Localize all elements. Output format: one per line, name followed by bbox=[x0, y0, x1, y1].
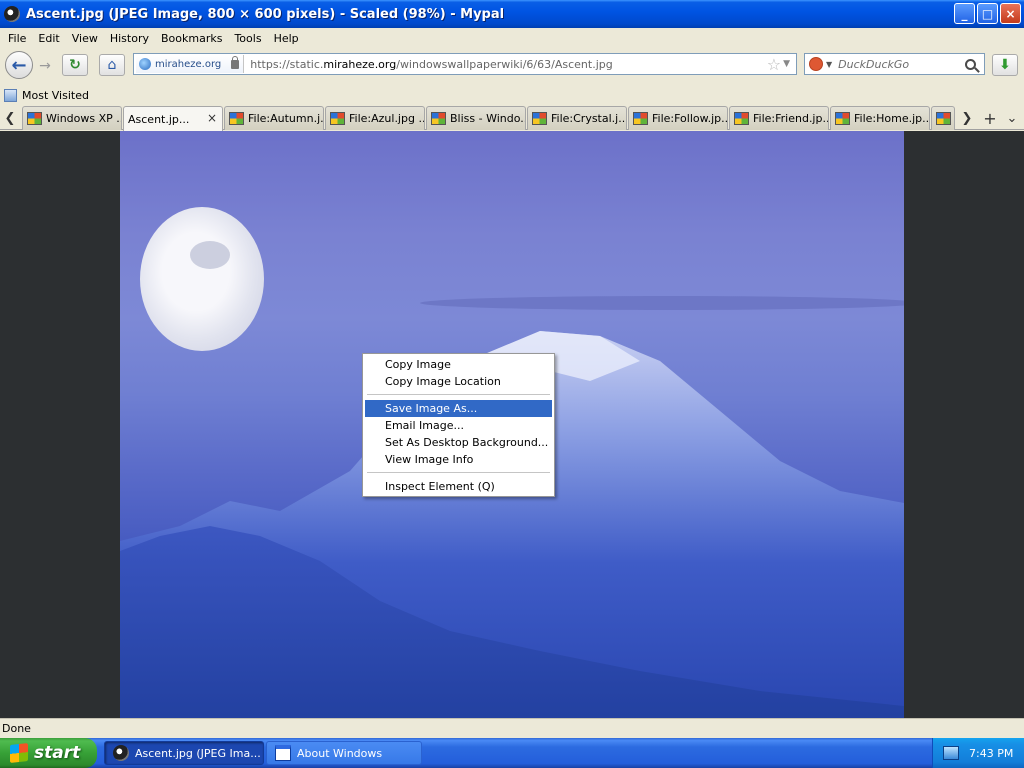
tab-scroll-left-icon[interactable]: ❮ bbox=[2, 110, 18, 126]
new-tab-icon[interactable]: + bbox=[982, 109, 998, 128]
title-bar[interactable]: Ascent.jpg (JPEG Image, 800 × 600 pixels… bbox=[0, 0, 1024, 28]
ctx-inspect-element[interactable]: Inspect Element (Q) bbox=[365, 478, 552, 495]
network-icon[interactable] bbox=[943, 746, 959, 760]
ctx-copy-image[interactable]: Copy Image bbox=[365, 356, 552, 373]
menu-bookmarks[interactable]: Bookmarks bbox=[155, 32, 228, 45]
menu-separator bbox=[367, 472, 550, 473]
xp-flag-icon bbox=[330, 112, 345, 125]
xp-flag-icon bbox=[532, 112, 547, 125]
tab-label: File:Azul.jpg ... bbox=[349, 112, 424, 125]
tab-windows-xp[interactable]: Windows XP ... bbox=[22, 106, 122, 130]
search-bar[interactable]: ▼ DuckDuckGo bbox=[804, 53, 985, 75]
tab-label: File:Home.jp... bbox=[854, 112, 929, 125]
url-text[interactable]: https://static.miraheze.org/windowswallp… bbox=[244, 58, 767, 71]
ctx-set-desktop-background[interactable]: Set As Desktop Background... bbox=[365, 434, 552, 451]
forward-button[interactable]: → bbox=[34, 56, 56, 76]
lock-icon bbox=[231, 55, 240, 69]
taskbar-button-label: Ascent.jpg (JPEG Ima... bbox=[135, 746, 261, 760]
xp-flag-icon bbox=[633, 112, 648, 125]
tab-file-friend[interactable]: File:Friend.jp... bbox=[729, 106, 829, 130]
xp-flag-icon bbox=[835, 112, 850, 125]
tab-strip: ❮ Windows XP ... Ascent.jp... × File:Aut… bbox=[0, 106, 1024, 131]
downloads-button[interactable]: ⬇ bbox=[992, 54, 1018, 76]
ctx-save-image-as[interactable]: Save Image As... bbox=[365, 400, 552, 417]
ctx-email-image[interactable]: Email Image... bbox=[365, 417, 552, 434]
menu-separator bbox=[367, 394, 550, 395]
tab-partial[interactable]: F bbox=[931, 106, 955, 130]
xp-flag-icon bbox=[229, 112, 244, 125]
bookmark-star-icon[interactable]: ☆ bbox=[767, 55, 781, 74]
menu-edit[interactable]: Edit bbox=[32, 32, 65, 45]
window-title: Ascent.jpg (JPEG Image, 800 × 600 pixels… bbox=[26, 6, 505, 22]
back-button[interactable]: ← bbox=[5, 51, 33, 79]
search-icon[interactable] bbox=[965, 58, 976, 70]
menu-history[interactable]: History bbox=[104, 32, 155, 45]
ctx-copy-image-location[interactable]: Copy Image Location bbox=[365, 373, 552, 390]
xp-flag-icon bbox=[27, 112, 42, 125]
duckduckgo-icon[interactable] bbox=[809, 57, 823, 71]
menu-file[interactable]: File bbox=[2, 32, 32, 45]
tab-label: Windows XP ... bbox=[46, 112, 121, 125]
tab-label: File:Crystal.j... bbox=[551, 112, 626, 125]
menu-bar: File Edit View History Bookmarks Tools H… bbox=[0, 28, 1024, 48]
tab-file-crystal[interactable]: File:Crystal.j... bbox=[527, 106, 627, 130]
url-host: miraheze.org bbox=[323, 57, 397, 71]
globe-icon bbox=[139, 58, 151, 70]
tab-label: Bliss - Windo... bbox=[450, 112, 525, 125]
ctx-view-image-info[interactable]: View Image Info bbox=[365, 451, 552, 468]
windows-logo-icon bbox=[10, 743, 28, 763]
home-button[interactable]: ⌂ bbox=[99, 54, 125, 76]
bookmark-folder-icon bbox=[4, 88, 17, 102]
status-text: Done bbox=[2, 722, 31, 735]
tab-file-home[interactable]: File:Home.jp... bbox=[830, 106, 930, 130]
search-engine-dropdown-icon[interactable]: ▼ bbox=[826, 60, 832, 69]
url-prefix: https://static. bbox=[250, 57, 324, 71]
tab-ascent[interactable]: Ascent.jp... × bbox=[123, 106, 223, 131]
url-bar[interactable]: miraheze.org https://static.miraheze.org… bbox=[133, 53, 797, 75]
menu-help[interactable]: Help bbox=[268, 32, 305, 45]
xp-flag-icon bbox=[734, 112, 749, 125]
status-bar: Done bbox=[0, 718, 1024, 738]
xp-flag-icon bbox=[936, 112, 951, 125]
taskbar-button-label: About Windows bbox=[297, 746, 383, 760]
bookmark-most-visited[interactable]: Most Visited bbox=[22, 89, 89, 102]
mypal-app-icon[interactable] bbox=[4, 6, 20, 22]
start-button[interactable]: start bbox=[0, 738, 97, 768]
xp-flag-icon bbox=[431, 112, 446, 125]
system-tray: 7:43 PM bbox=[932, 738, 1024, 768]
bookmarks-toolbar: Most Visited bbox=[0, 84, 1024, 106]
tab-file-azul[interactable]: File:Azul.jpg ... bbox=[325, 106, 425, 130]
window-task-icon bbox=[275, 745, 291, 761]
url-path: /windowswallpaperwiki/6/63/Ascent.jpg bbox=[396, 57, 613, 71]
image-context-menu: Copy Image Copy Image Location Save Imag… bbox=[362, 353, 555, 497]
taskbar-button-about-windows[interactable]: About Windows bbox=[266, 741, 422, 765]
menu-tools[interactable]: Tools bbox=[228, 32, 267, 45]
tab-label: File:Friend.jp... bbox=[753, 112, 828, 125]
page-content: Copy Image Copy Image Location Save Imag… bbox=[0, 131, 1024, 718]
tab-file-follow[interactable]: File:Follow.jp... bbox=[628, 106, 728, 130]
url-history-dropdown-icon[interactable]: ▼ bbox=[783, 59, 790, 69]
reload-button[interactable]: ↻ bbox=[62, 54, 88, 76]
mypal-task-icon bbox=[113, 745, 129, 761]
close-button[interactable]: × bbox=[1000, 3, 1021, 24]
search-input[interactable]: DuckDuckGo bbox=[838, 58, 965, 71]
site-identity-label: miraheze.org bbox=[155, 58, 222, 70]
start-label: start bbox=[34, 743, 81, 763]
clock[interactable]: 7:43 PM bbox=[969, 747, 1013, 760]
tab-scroll-right-icon[interactable]: ❯ bbox=[959, 110, 975, 126]
tab-label: File:Follow.jp... bbox=[652, 112, 727, 125]
tab-label: Ascent.jp... bbox=[128, 112, 190, 126]
tab-file-autumn[interactable]: File:Autumn.j... bbox=[224, 106, 324, 130]
maximize-button[interactable]: □ bbox=[977, 3, 998, 24]
taskbar: start Ascent.jpg (JPEG Ima... About Wind… bbox=[0, 738, 1024, 768]
site-identity-button[interactable]: miraheze.org bbox=[136, 55, 245, 73]
tab-label: File:Autumn.j... bbox=[248, 112, 323, 125]
window-controls: _ □ × bbox=[954, 3, 1021, 24]
taskbar-button-mypal[interactable]: Ascent.jpg (JPEG Ima... bbox=[104, 741, 264, 765]
minimize-button[interactable]: _ bbox=[954, 3, 975, 24]
menu-view[interactable]: View bbox=[66, 32, 104, 45]
tab-close-icon[interactable]: × bbox=[207, 111, 217, 125]
all-tabs-icon[interactable]: ⌄ bbox=[1004, 110, 1020, 126]
tab-bliss[interactable]: Bliss - Windo... bbox=[426, 106, 526, 130]
